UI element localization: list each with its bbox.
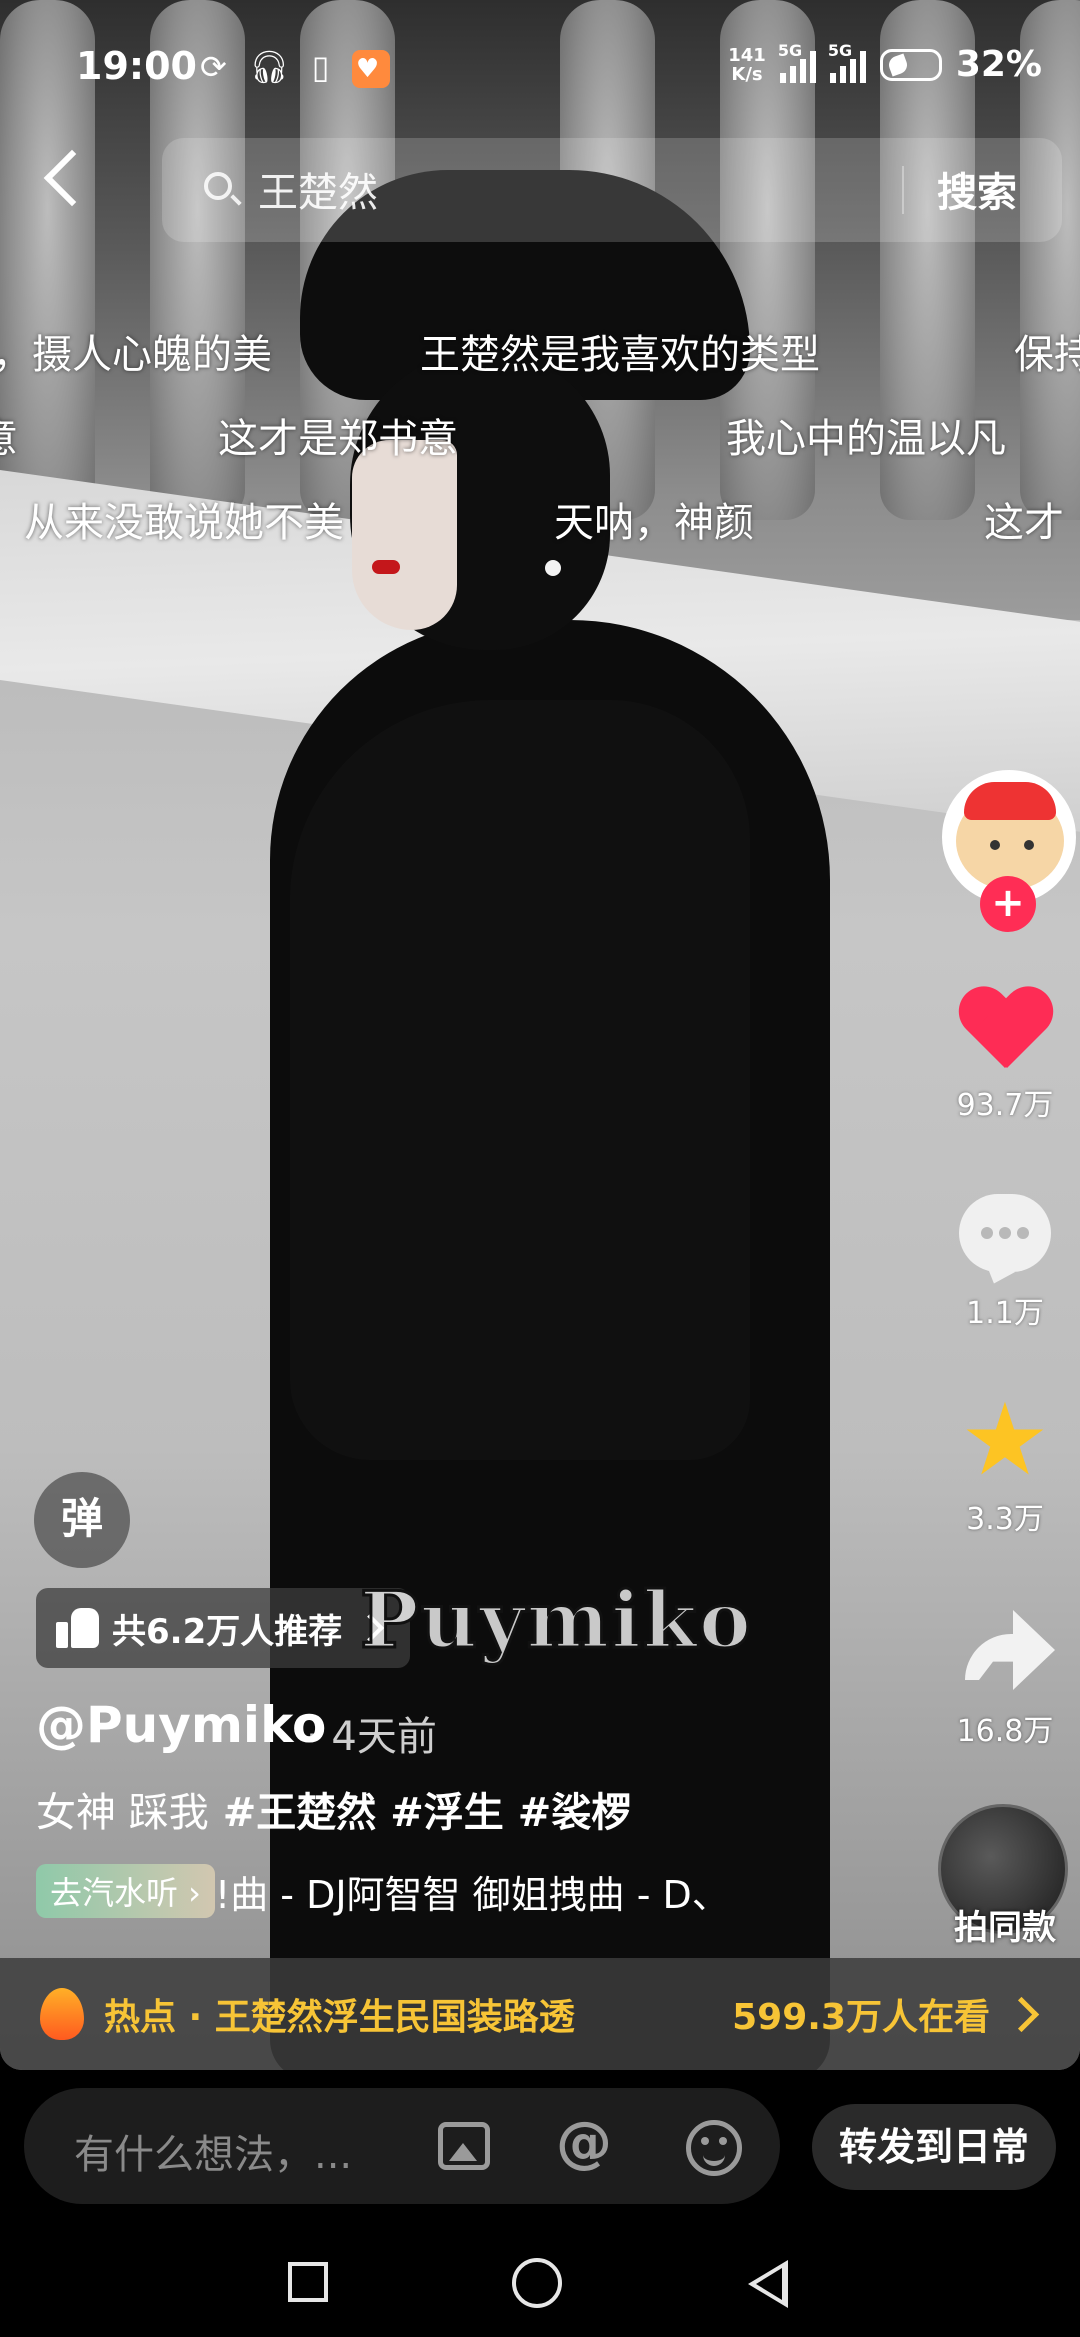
app-notification-icon: ♥: [351, 50, 390, 88]
pearl-earring: [545, 560, 561, 576]
hashtag-link[interactable]: #王楚然: [223, 1790, 377, 1836]
follow-button[interactable]: +: [980, 876, 1036, 932]
recent-apps-icon[interactable]: [288, 2262, 328, 2302]
person-body: [290, 700, 750, 1460]
signal-icon: 5G: [778, 41, 816, 83]
danmaku-comment: 从来没敢说她不美: [24, 500, 344, 546]
post-time: · 4天前: [306, 1714, 437, 1760]
danmaku-comment: 保持: [1014, 332, 1080, 378]
same-style-button[interactable]: 拍同款: [930, 1804, 1080, 1964]
danmaku-comment: 这才是郑书意: [218, 416, 458, 462]
comment-placeholder: 有什么想法，...: [74, 2132, 353, 2178]
music-title: !曲 - DJ阿智智 御姐拽曲 - D、: [214, 1872, 730, 1917]
signal-icon-2: 5G: [828, 41, 866, 83]
emoji-icon[interactable]: [686, 2120, 742, 2176]
caption-text: 女神 踩我: [36, 1790, 209, 1836]
favorite-count: 3.3万: [966, 1502, 1044, 1537]
danmaku-toggle-button[interactable]: 弹: [34, 1472, 130, 1568]
headphones-icon: 🎧︎: [248, 48, 296, 86]
avatar-cat-hat: [964, 782, 1056, 820]
danmaku-comment: 这才: [984, 500, 1064, 546]
sim1-label: 5G: [777, 40, 803, 60]
flame-icon: [40, 1988, 84, 2040]
comment-button[interactable]: 1.1万: [930, 1194, 1080, 1332]
share-button[interactable]: 16.8万: [930, 1608, 1080, 1750]
back-triangle-icon[interactable]: [748, 2260, 788, 2308]
mention-icon[interactable]: @: [556, 2110, 612, 2175]
video-caption: 女神 踩我 #王楚然 #浮生 #裟椤: [36, 1780, 631, 1838]
heart-icon: [957, 988, 1053, 1074]
comment-bubble-icon: [959, 1194, 1051, 1272]
battery-level: 32%: [955, 44, 1042, 85]
music-app-chip[interactable]: 去汽水听 ›: [36, 1864, 215, 1918]
like-button[interactable]: 93.7万: [930, 988, 1080, 1124]
star-icon: ★: [960, 1381, 1050, 1498]
share-arrow-icon: [957, 1608, 1055, 1690]
person-lips: [372, 560, 400, 574]
home-icon[interactable]: [512, 2258, 562, 2308]
system-nav-bar: [0, 2220, 1080, 2337]
author-name[interactable]: @Puymiko: [36, 1696, 326, 1754]
danmaku-comment: ，摄人心魄的美: [0, 332, 272, 378]
video-watermark: Puymiko: [359, 1574, 753, 1668]
hashtag-link[interactable]: #裟椤: [518, 1790, 632, 1836]
hashtag-link[interactable]: #浮生: [390, 1790, 504, 1836]
net-speed-value: 141: [728, 44, 766, 66]
status-time: 19:00: [76, 44, 197, 88]
same-style-label: 拍同款: [954, 1908, 1056, 1948]
danmaku-comment: 天呐，神颜: [554, 500, 754, 546]
search-divider: [902, 166, 904, 214]
sim2-label: 5G: [827, 40, 853, 60]
status-bar: 19:00 ⟳ 🎧︎ ▯ ♥ 141 K/s 5G 5G 32%: [0, 40, 1080, 100]
like-count: 93.7万: [956, 1088, 1054, 1123]
status-left-icons: ⟳ 🎧︎ ▯ ♥: [200, 48, 390, 88]
danmaku-comment: 我心中的温以凡: [726, 416, 1006, 462]
repost-button[interactable]: 转发到日常: [812, 2104, 1056, 2190]
favorite-button[interactable]: ★ 3.3万: [930, 1381, 1080, 1538]
battery-icon: [879, 48, 942, 81]
danmaku-comment: 意: [0, 406, 18, 464]
search-query[interactable]: 王楚然: [258, 160, 378, 218]
net-speed: 141 K/s: [728, 46, 766, 84]
danmaku-comment: 王楚然是我喜欢的类型: [420, 332, 820, 378]
search-bar[interactable]: 王楚然 搜索: [162, 138, 1062, 242]
avatar-eye: [1024, 840, 1034, 850]
image-icon[interactable]: [438, 2122, 490, 2170]
hot-topic-bar[interactable]: 热点 · 王楚然浮生民国装路透 599.3万人在看: [0, 1958, 1080, 2070]
hot-viewer-count: 599.3万人在看: [732, 1997, 990, 2038]
avatar-eye: [990, 840, 1000, 850]
hot-topic-text: 热点 · 王楚然浮生民国装路透: [104, 1997, 575, 2038]
music-row[interactable]: 去汽水听 › !曲 - DJ阿智智 御姐拽曲 - D、: [36, 1862, 730, 1920]
recommend-pill[interactable]: 共6.2万人推荐: [36, 1588, 411, 1668]
comment-input[interactable]: 有什么想法，... @: [24, 2088, 780, 2204]
recommend-text: 共6.2万人推荐: [112, 1611, 343, 1652]
person-face: [352, 440, 457, 630]
search-button[interactable]: 搜索: [937, 160, 1017, 218]
search-icon: [204, 172, 232, 200]
sim-card-icon: ▯: [311, 48, 336, 86]
thumbs-up-icon: [56, 1608, 100, 1648]
video-frame[interactable]: [0, 0, 1080, 2070]
share-count: 16.8万: [956, 1714, 1054, 1749]
comment-count: 1.1万: [966, 1296, 1044, 1331]
sync-icon: ⟳: [200, 48, 233, 86]
chevron-right-icon: [1003, 1996, 1040, 2033]
status-right: 141 K/s 5G 5G 32%: [728, 41, 1042, 86]
net-speed-unit: K/s: [731, 63, 763, 85]
